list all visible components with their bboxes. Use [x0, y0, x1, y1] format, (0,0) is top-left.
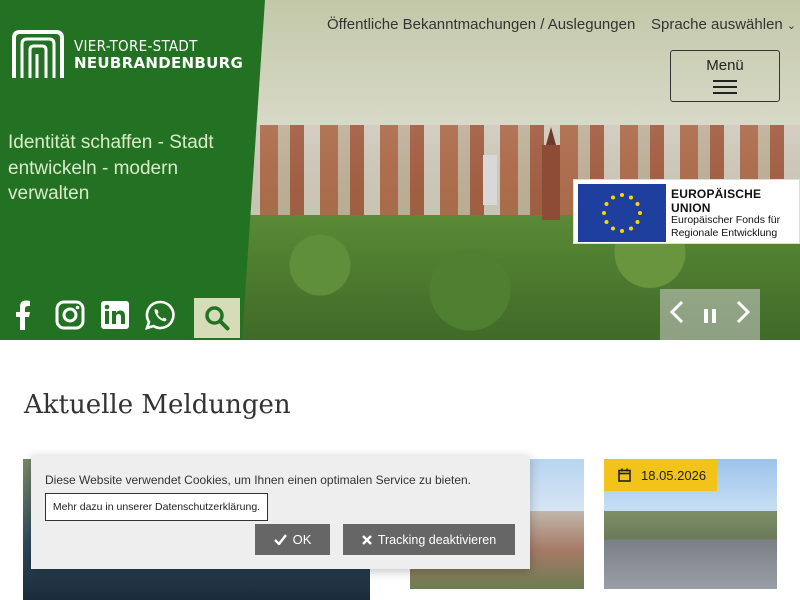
close-icon	[361, 534, 372, 545]
eu-title: EUROPÄISCHE UNION	[671, 187, 762, 215]
search-icon	[205, 306, 230, 331]
slider-controls	[660, 289, 760, 340]
whatsapp-icon[interactable]	[144, 300, 190, 334]
tracking-disable-button[interactable]: Tracking deaktivieren	[343, 524, 515, 555]
slider-prev-icon[interactable]	[669, 300, 685, 331]
language-selector[interactable]: Sprache auswählen ⌄	[651, 16, 796, 33]
hero-banner: VIER-TORE-STADT NEUBRANDENBURG Identität…	[0, 0, 800, 340]
calendar-icon	[618, 468, 631, 482]
eu-flag-icon	[578, 184, 666, 242]
cookie-text: Diese Website verwendet Cookies, um Ihne…	[45, 473, 472, 487]
eu-funding-badge: EUROPÄISCHE UNION Europäischer Fonds für…	[573, 179, 800, 244]
linkedin-icon[interactable]	[100, 300, 145, 334]
section-title: Aktuelle Meldungen	[24, 390, 291, 420]
site-logo[interactable]: VIER-TORE-STADT NEUBRANDENBURG	[12, 30, 243, 80]
privacy-policy-link[interactable]: Mehr dazu in unserer Datenschutzerklärun…	[45, 493, 268, 521]
news-date-badge: 18.05.2026	[604, 459, 717, 491]
hamburger-icon	[713, 80, 737, 94]
search-button[interactable]	[194, 298, 240, 338]
instagram-icon[interactable]	[55, 300, 100, 334]
menu-button[interactable]: Menü	[670, 50, 780, 102]
tracking-disable-label: Tracking deaktivieren	[377, 532, 497, 547]
slider-next-icon[interactable]	[735, 300, 751, 331]
chevron-down-icon: ⌄	[786, 20, 796, 32]
social-links	[10, 300, 190, 334]
slider-pause-icon[interactable]	[703, 300, 717, 331]
tagline: Identität schaffen - Stadt entwickeln - …	[8, 132, 214, 204]
eu-subtitle-line-2: Regionale Entwicklung	[671, 226, 778, 239]
logo-line-1: VIER-TORE-STADT	[74, 36, 198, 55]
public-notices-link[interactable]: Öffentliche Bekanntmachungen / Auslegung…	[327, 16, 635, 33]
cookie-ok-button[interactable]: OK	[255, 524, 330, 555]
check-icon	[273, 534, 287, 545]
cookie-ok-label: OK	[292, 532, 312, 547]
language-selector-label: Sprache auswählen	[651, 16, 783, 33]
menu-button-label: Menü	[706, 57, 744, 74]
facebook-icon[interactable]	[10, 300, 55, 334]
logo-mark-icon	[12, 30, 64, 78]
cookie-banner: Diese Website verwendet Cookies, um Ihne…	[31, 456, 530, 569]
eu-subtitle-line-1: Europäischer Fonds für	[671, 214, 781, 226]
news-date: 18.05.2026	[641, 467, 707, 483]
page: VIER-TORE-STADT NEUBRANDENBURG Identität…	[0, 0, 800, 600]
logo-line-2: NEUBRANDENBURG	[74, 54, 244, 72]
